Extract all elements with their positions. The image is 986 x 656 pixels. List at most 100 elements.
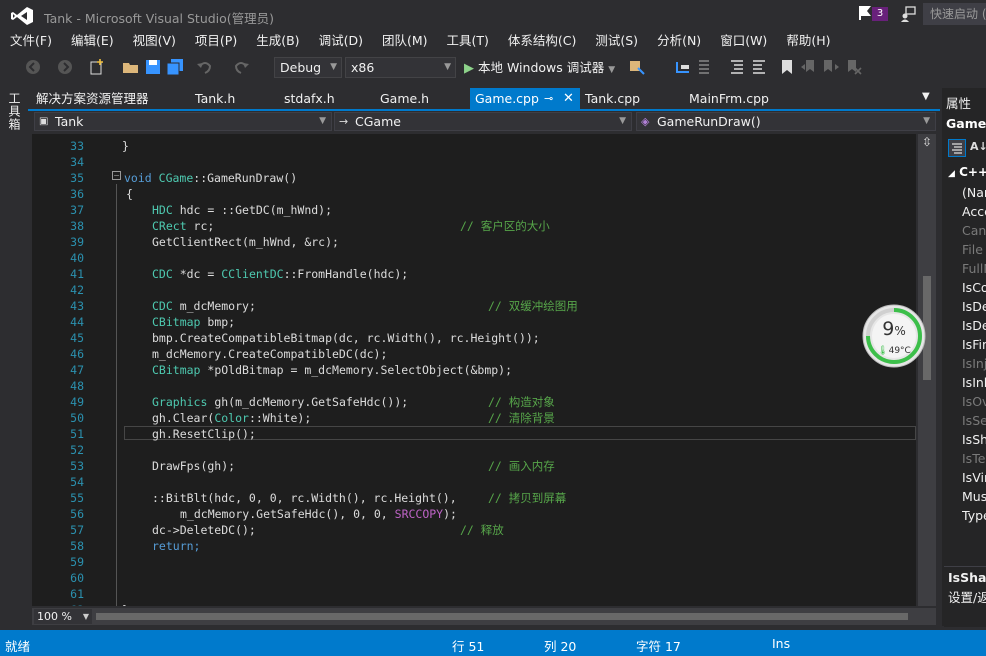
line-number: 51 — [70, 427, 84, 441]
categorized-view-icon[interactable] — [948, 139, 966, 157]
menu-project[interactable]: 项目(P) — [185, 31, 246, 51]
split-window-icon[interactable]: ⇳ — [920, 136, 934, 148]
menu-architecture[interactable]: 体系结构(C) — [498, 31, 585, 51]
chevron-down-icon: ▼ — [319, 116, 326, 126]
menu-analyze[interactable]: 分析(N) — [647, 31, 710, 51]
property-row[interactable]: TypeString — [962, 506, 986, 525]
redo-icon[interactable] — [232, 58, 250, 76]
start-debugging-button[interactable]: ▶ 本地 Windows 调试器 ▼ — [464, 57, 615, 78]
property-row[interactable]: Access — [962, 202, 986, 221]
status-character: 字符 17 — [636, 639, 681, 654]
comment-lines-icon[interactable] — [728, 58, 746, 76]
property-row[interactable]: IsDelete — [962, 316, 986, 335]
member-scope-dropdown[interactable]: ◈ GameRunDraw() ▼ — [636, 112, 936, 131]
collapse-region-icon[interactable]: − — [112, 171, 121, 180]
member-scope-value: GameRunDraw() — [657, 114, 761, 129]
class-scope-dropdown[interactable]: → CGame ▼ — [334, 112, 632, 131]
property-row[interactable]: IsSealed — [962, 411, 986, 430]
code-line: bmp.CreateCompatibleBitmap(dc, rc.Width(… — [152, 331, 540, 345]
code-comment: // 双缓冲绘图用 — [488, 299, 578, 313]
navigate-forward-icon[interactable] — [56, 58, 74, 76]
clear-bookmarks-icon[interactable] — [844, 58, 862, 76]
zoom-level-dropdown[interactable]: 100 % ▼ — [34, 609, 92, 624]
active-tab-underline — [28, 109, 940, 111]
property-row[interactable]: MustImplement — [962, 487, 986, 506]
menu-file[interactable]: 文件(F) — [0, 31, 61, 51]
menu-team[interactable]: 团队(M) — [372, 31, 437, 51]
pin-icon[interactable]: ⊸ — [544, 88, 553, 110]
play-icon: ▶ — [464, 61, 474, 76]
menu-debug[interactable]: 调试(D) — [309, 31, 372, 51]
property-row[interactable]: IsInjected — [962, 354, 986, 373]
menu-help[interactable]: 帮助(H) — [776, 31, 839, 51]
tab-tank-h[interactable]: Tank.h — [195, 88, 235, 110]
line-number: 53 — [70, 459, 84, 473]
code-line: Graphics gh(m_dcMemory.GetSafeHdc()); — [152, 395, 409, 409]
menu-tools[interactable]: 工具(T) — [437, 31, 498, 51]
step-into-icon[interactable] — [674, 58, 692, 76]
property-row[interactable]: IsTemplate — [962, 449, 986, 468]
save-all-icon[interactable] — [166, 58, 184, 76]
cpu-usage-percent: 9% — [882, 318, 906, 340]
navigate-back-icon[interactable] — [24, 58, 42, 76]
property-row[interactable]: IsInline — [962, 373, 986, 392]
property-row[interactable]: (Name) — [962, 183, 986, 202]
tab-game-cpp[interactable]: Game.cpp ⊸ ✕ — [470, 88, 580, 110]
notification-count-badge[interactable]: 3 — [872, 7, 888, 21]
chevron-down-icon: ▼ — [608, 65, 616, 75]
tab-mainfrm-cpp[interactable]: MainFrm.cpp — [689, 88, 769, 110]
properties-category-header[interactable]: ◢ C++ — [948, 165, 986, 179]
save-icon[interactable] — [144, 58, 162, 76]
line-number: 41 — [70, 267, 84, 281]
tab-game-h[interactable]: Game.h — [380, 88, 429, 110]
property-row[interactable]: IsOverloaded — [962, 392, 986, 411]
solution-platform-dropdown[interactable]: x86 ▼ — [345, 57, 456, 78]
undo-icon[interactable] — [196, 58, 214, 76]
account-feedback-icon[interactable] — [900, 6, 916, 22]
property-row[interactable]: File — [962, 240, 986, 259]
close-tab-icon[interactable]: ✕ — [563, 88, 574, 110]
notification-flag-icon[interactable] — [858, 5, 872, 21]
line-number: 35 — [70, 171, 84, 185]
menu-view[interactable]: 视图(V) — [123, 31, 185, 51]
browser-link-icon[interactable] — [628, 58, 646, 76]
previous-bookmark-icon[interactable] — [800, 58, 818, 76]
horizontal-scrollbar-thumb[interactable] — [96, 613, 908, 620]
property-row[interactable]: IsShared — [962, 430, 986, 449]
property-description-text: 设置/返回 — [948, 590, 986, 605]
property-row[interactable]: IsFinal — [962, 335, 986, 354]
solution-configuration-dropdown[interactable]: Debug ▼ — [274, 57, 342, 78]
bookmark-icon[interactable] — [778, 58, 796, 76]
property-row[interactable]: CanCreateDefinition — [962, 221, 986, 240]
tab-stdafx-h[interactable]: stdafx.h — [284, 88, 335, 110]
chevron-down-icon: ▼ — [444, 62, 451, 72]
toolbox-tab[interactable]: 工具箱 — [7, 92, 23, 131]
code-line: CBitmap bmp; — [152, 315, 236, 329]
project-scope-dropdown[interactable]: ▣ Tank ▼ — [34, 112, 332, 131]
tab-solution-explorer[interactable]: 解决方案资源管理器 — [36, 88, 149, 110]
menu-edit[interactable]: 编辑(E) — [61, 31, 123, 51]
tab-tank-cpp[interactable]: Tank.cpp — [585, 88, 640, 110]
open-file-icon[interactable] — [122, 58, 140, 76]
uncomment-lines-icon[interactable] — [750, 58, 768, 76]
alphabetical-view-icon[interactable]: A↓ — [970, 140, 986, 153]
quick-launch-input[interactable]: 快速启动 (Ctrl+Q) — [923, 3, 986, 25]
property-row[interactable]: IsConst — [962, 278, 986, 297]
status-ready: 就绪 — [5, 639, 31, 654]
property-row[interactable]: FullName — [962, 259, 986, 278]
find-in-files-icon[interactable] — [696, 58, 714, 76]
platform-value: x86 — [351, 60, 375, 75]
property-row[interactable]: IsVirtual — [962, 468, 986, 487]
chevron-down-icon: ▼ — [619, 116, 626, 126]
tab-list-dropdown-icon[interactable]: ▼ — [922, 91, 934, 103]
code-comment: // 清除背景 — [488, 411, 555, 425]
code-editor[interactable]: 33 34 35 36 37 38 39 40 41 42 43 44 45 4… — [32, 134, 916, 606]
menu-build[interactable]: 生成(B) — [246, 31, 308, 51]
next-bookmark-icon[interactable] — [822, 58, 840, 76]
property-row[interactable]: IsDefault — [962, 297, 986, 316]
properties-object-selector[interactable]: GameRunDraw — [946, 114, 986, 134]
run-button-label: 本地 Windows 调试器 — [477, 60, 605, 75]
new-project-icon[interactable] — [88, 58, 106, 76]
menu-test[interactable]: 测试(S) — [585, 31, 647, 51]
menu-window[interactable]: 窗口(W) — [710, 31, 776, 51]
